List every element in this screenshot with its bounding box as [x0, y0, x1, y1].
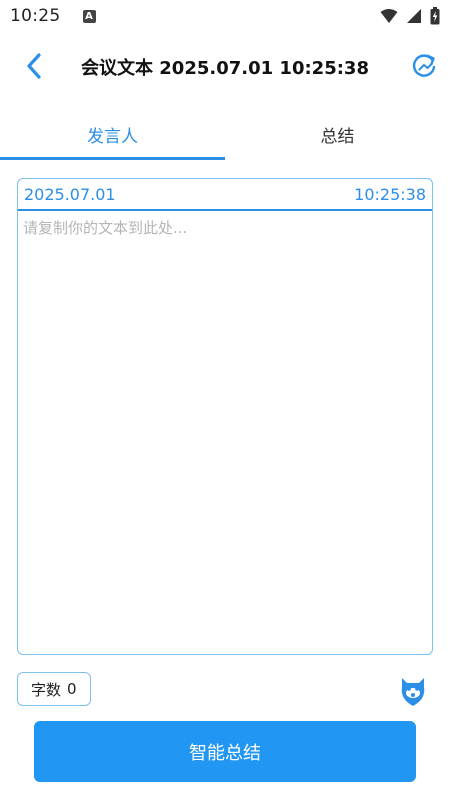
back-button[interactable]: [18, 50, 50, 82]
editor-date: 2025.07.01: [24, 184, 116, 204]
notification-icon: A: [82, 9, 96, 23]
status-time: 10:25: [10, 6, 61, 26]
smart-summary-button[interactable]: 智能总结: [34, 721, 416, 782]
tab-bar: 发言人 总结: [0, 108, 450, 160]
editor-time: 10:25:38: [354, 184, 426, 204]
tab-summary[interactable]: 总结: [225, 108, 450, 160]
tab-speaker[interactable]: 发言人: [0, 108, 225, 160]
mascot-icon[interactable]: [397, 672, 429, 708]
status-bar: 10:25 A: [0, 0, 450, 32]
chevron-left-icon: [27, 53, 41, 79]
word-count-label: 字数: [31, 680, 62, 699]
battery-icon: [430, 7, 440, 25]
top-app-bar: 会议文本 2025.07.01 10:25:38: [0, 40, 450, 92]
transcript-input[interactable]: [18, 211, 432, 654]
refresh-button[interactable]: [408, 50, 440, 82]
refresh-icon: [412, 54, 436, 77]
transcript-editor: 2025.07.01 10:25:38: [17, 178, 433, 655]
signal-icon: [407, 9, 421, 23]
wifi-icon: [380, 9, 398, 23]
word-count-badge: 字数 0: [17, 672, 91, 706]
editor-header: 2025.07.01 10:25:38: [18, 179, 432, 211]
status-icons: [380, 7, 440, 25]
page-title: 会议文本 2025.07.01 10:25:38: [81, 58, 369, 79]
word-count-value: 0: [67, 680, 77, 698]
